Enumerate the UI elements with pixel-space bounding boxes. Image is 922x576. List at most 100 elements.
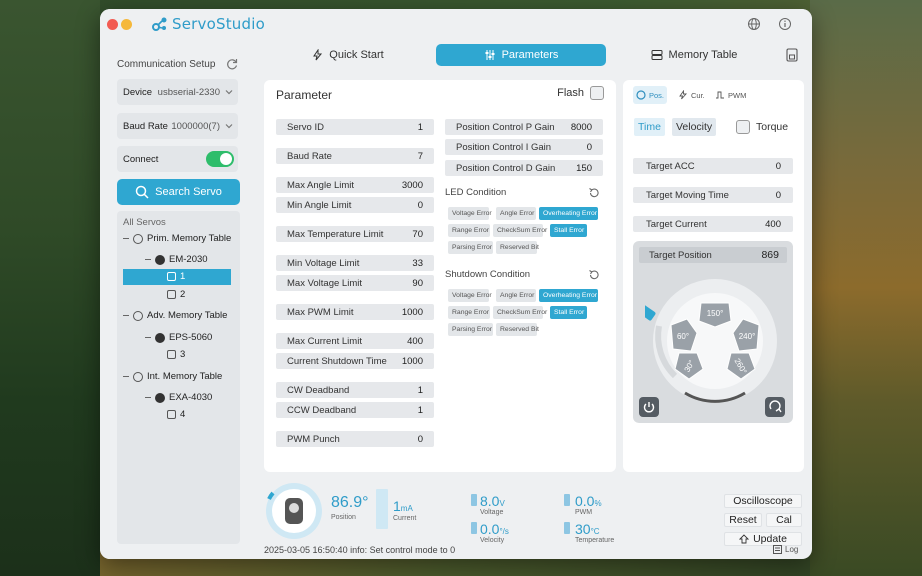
param-current-shutdown-time-label: Current Shutdown Time [287,356,387,367]
pwm-label: PWM [575,509,593,516]
circle-icon [636,90,646,100]
tree-node-servo-4[interactable]: 4 [167,409,185,420]
power-button[interactable] [639,397,659,417]
control-target-current[interactable]: Target Current 400 [633,216,793,232]
info-icon[interactable] [778,17,792,31]
shutdown-angle-error-chip[interactable]: Angle Error [496,289,536,302]
param-max-pwm-limit-label: Max PWM Limit [287,307,354,318]
mode-velocity[interactable]: Velocity [672,118,717,136]
search-servo-label: Search Servo [155,186,222,198]
flash-checkbox[interactable]: Flash [557,86,604,100]
flash-checkbox-box[interactable] [590,86,604,100]
shutdown-checksum-error-chip[interactable]: CheckSum Error [493,306,547,319]
refresh-icon[interactable] [225,57,239,71]
param-position-control-d-gain[interactable]: Position Control D Gain 150 [445,160,603,176]
reset-icon[interactable] [588,269,600,281]
power-icon [643,402,655,413]
tree-node-eps-5060[interactable]: EPS-5060 [145,332,212,343]
tree-node-exa-4030[interactable]: EXA-4030 [145,392,212,403]
control-target-acc[interactable]: Target ACC 0 [633,158,793,174]
shutdown-stall-error-chip[interactable]: Stall Error [550,306,587,319]
tab-position[interactable]: Pos. [633,86,668,104]
rotate-button[interactable] [765,397,785,417]
connect-toggle[interactable] [206,151,234,167]
baud-rate-select[interactable]: Baud Rate 1000000(7) [117,113,238,139]
cal-button[interactable]: Cal [766,513,802,527]
reset-icon[interactable] [588,187,600,199]
led-overheating-error-chip[interactable]: Overheating Error [539,207,598,220]
param-max-pwm-limit[interactable]: Max PWM Limit 1000 [276,304,434,320]
chevron-down-icon [225,90,233,95]
close-window-button[interactable] [107,19,118,30]
led-stall-error-chip[interactable]: Stall Error [550,224,587,237]
param-servo-id[interactable]: Servo ID 1 [276,119,434,135]
lightning-icon [313,49,323,61]
tab-pwm[interactable]: PWM [712,86,749,104]
led-checksum-error-chip[interactable]: CheckSum Error [493,224,547,237]
reset-button[interactable]: Reset [724,513,762,527]
voltage-label: Voltage [480,509,504,516]
param-ccw-deadband[interactable]: CCW Deadband 1 [276,402,434,418]
param-max-current-limit[interactable]: Max Current Limit 400 [276,333,434,349]
globe-icon[interactable] [747,17,761,31]
tab-parameters[interactable]: Parameters [436,44,606,66]
tree-node-em-2030[interactable]: EM-2030 [145,254,208,265]
shutdown-parsing-error-chip[interactable]: Parsing Error [448,323,493,336]
shutdown-range-error-chip[interactable]: Range Error [448,306,490,319]
led-voltage-error-chip[interactable]: Voltage Error [448,207,492,220]
tab-quick-start[interactable]: Quick Start [263,44,433,66]
target-position-field[interactable]: Target Position 869 [639,247,787,263]
position-dial[interactable]: 150° 60° 240° 30° 260° [645,271,785,411]
led-parsing-error-chip[interactable]: Parsing Error [448,241,493,254]
torque-checkbox[interactable] [736,120,750,134]
param-position-control-p-gain-label: Position Control P Gain [456,122,555,133]
search-servo-button[interactable]: Search Servo [117,179,240,205]
param-baud-rate[interactable]: Baud Rate 7 [276,148,434,164]
tree-node-adv-memory-table[interactable]: Adv. Memory Table [123,310,227,321]
param-position-control-p-gain[interactable]: Position Control P Gain 8000 [445,119,603,135]
control-target-current-value: 400 [765,219,781,230]
param-pwm-punch[interactable]: PWM Punch 0 [276,431,434,447]
tab-memory-table[interactable]: Memory Table [609,44,779,66]
pwm-wave-icon [716,91,724,99]
param-min-voltage-limit[interactable]: Min Voltage Limit 33 [276,255,434,271]
param-current-shutdown-time[interactable]: Current Shutdown Time 1000 [276,353,434,369]
communication-setup-title: Communication Setup [117,59,216,70]
servo-id-icon [167,290,176,299]
led-reserved-bit-chip[interactable]: Reserved Bit [496,241,539,254]
tree-node-servo-3[interactable]: 3 [167,349,185,360]
log-button[interactable]: Log [773,545,798,554]
tree-node-servo-1[interactable]: 1 [167,271,185,282]
param-max-voltage-limit[interactable]: Max Voltage Limit 90 [276,275,434,291]
led-range-error-chip[interactable]: Range Error [448,224,490,237]
param-position-control-i-gain[interactable]: Position Control I Gain 0 [445,139,603,155]
param-max-angle-limit[interactable]: Max Angle Limit 3000 [276,177,434,193]
control-target-moving-time[interactable]: Target Moving Time 0 [633,187,793,203]
param-max-temperature-limit[interactable]: Max Temperature Limit 70 [276,226,434,242]
mode-time[interactable]: Time [634,118,665,136]
tree-node-servo-2[interactable]: 2 [167,289,185,300]
velocity-value: 0.0°/s [480,521,509,537]
param-min-angle-limit[interactable]: Min Angle Limit 0 [276,197,434,213]
shutdown-overheating-error-chip[interactable]: Overheating Error [539,289,598,302]
velocity-bar [471,522,477,534]
shutdown-voltage-error-chip[interactable]: Voltage Error [448,289,492,302]
save-icon[interactable] [786,48,798,62]
tree-node-int-memory-table[interactable]: Int. Memory Table [123,371,222,382]
control-target-current-label: Target Current [646,219,707,230]
param-max-pwm-limit-value: 1000 [401,307,423,318]
param-baud-rate-value: 7 [417,151,423,162]
oscilloscope-button[interactable]: Oscilloscope [724,494,802,508]
log-icon [773,545,782,554]
param-current-shutdown-time-value: 1000 [401,356,423,367]
device-select[interactable]: Device usbserial-2330 [117,79,238,105]
tab-current[interactable]: Cur. [675,86,708,104]
param-cw-deadband[interactable]: CW Deadband 1 [276,382,434,398]
led-angle-error-chip[interactable]: Angle Error [496,207,536,220]
update-button[interactable]: Update [724,532,802,546]
shutdown-reserved-bit-chip[interactable]: Reserved Bit [496,323,539,336]
tree-node-prim-memory-table[interactable]: Prim. Memory Table [123,233,231,244]
control-target-acc-value: 0 [775,161,781,172]
preset-150-label: 150° [707,309,724,318]
minimize-window-button[interactable] [121,19,132,30]
